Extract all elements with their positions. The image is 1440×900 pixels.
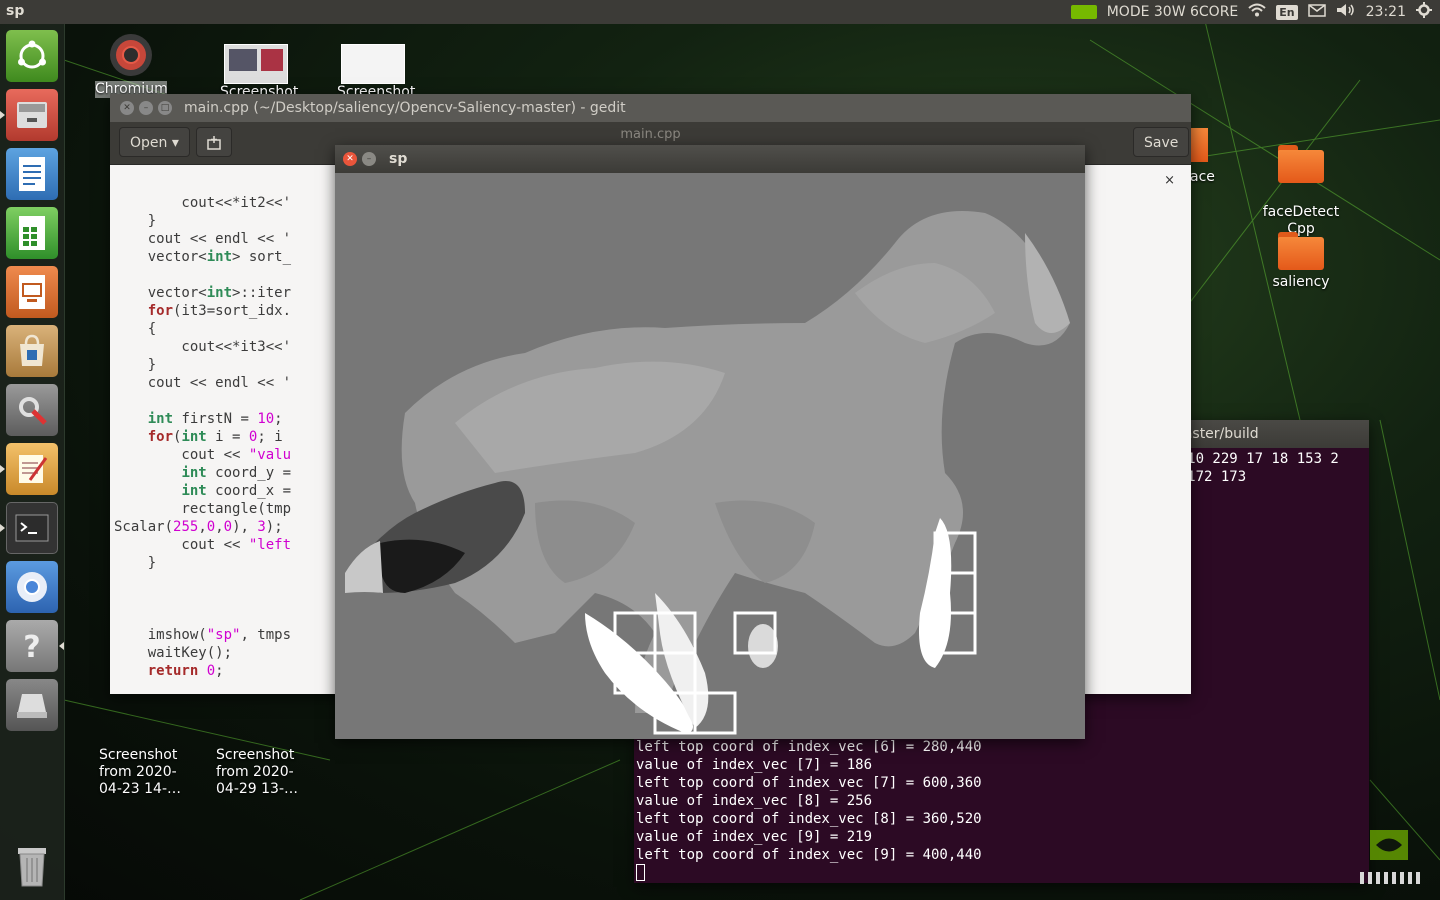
terminal-line: value of index_vec [8] = 256 — [636, 793, 873, 809]
system-tray: MODE 30W 6CORE En 23:21 — [1070, 0, 1432, 24]
saliency-map — [335, 173, 1085, 739]
image-thumbnail — [341, 44, 405, 84]
desktop-icon-screenshot-1[interactable]: Screenshot — [220, 44, 298, 101]
desktop-icon-label: ace — [1190, 169, 1215, 185]
desktop-icon-chromium[interactable]: Chromium — [95, 32, 168, 98]
running-indicator — [0, 465, 5, 473]
chromium-icon[interactable] — [6, 561, 58, 613]
sp-title: sp — [389, 151, 408, 167]
desktop-icon-saliency[interactable]: saliency — [1256, 232, 1346, 291]
keyboard-layout-indicator[interactable]: En — [1276, 4, 1298, 20]
terminal-line: left top coord of index_vec [7] = 600,36… — [636, 775, 982, 791]
folder-icon — [1190, 128, 1208, 162]
folder-icon — [1278, 232, 1324, 270]
mail-icon[interactable] — [1307, 3, 1326, 21]
chromium-icon — [110, 34, 152, 76]
trash-icon[interactable] — [6, 840, 58, 892]
running-indicator — [0, 111, 5, 119]
wifi-icon[interactable] — [1248, 3, 1266, 21]
drive-icon[interactable] — [6, 679, 58, 731]
desktop-icon-partial[interactable]: ace — [1190, 128, 1230, 186]
close-icon[interactable]: ✕ — [120, 101, 134, 115]
ubuntu-icon[interactable] — [6, 30, 58, 82]
code-editor[interactable]: cout<<*it2<<' } cout << endl << ' vector… — [114, 194, 291, 680]
minimize-icon[interactable]: – — [362, 152, 376, 166]
terminal-line: value of index_vec [9] = 219 — [636, 829, 873, 845]
running-indicator — [59, 642, 64, 650]
running-indicator — [0, 524, 5, 532]
terminal-line: left top coord of index_vec [6] = 280,44… — [636, 739, 982, 755]
desktop-icon-screenshot-4[interactable]: Screenshot from 2020- 04-29 13-… — [216, 730, 298, 815]
sp-image-window[interactable]: ✕ – sp — [335, 145, 1085, 739]
sp-titlebar[interactable]: ✕ – sp — [335, 145, 1085, 173]
writer-document-icon[interactable] — [6, 148, 58, 200]
system-settings-icon[interactable] — [6, 384, 58, 436]
terminal-icon[interactable] — [6, 502, 58, 554]
terminal-cursor — [636, 864, 645, 881]
software-store-icon[interactable] — [6, 325, 58, 377]
terminal-line: left top coord of index_vec [9] = 400,44… — [636, 847, 982, 863]
calc-spreadsheet-icon[interactable] — [6, 207, 58, 259]
terminal-line: left top coord of index_vec [8] = 360,52… — [636, 811, 982, 827]
desktop-icon-screenshot-2[interactable]: Screenshot — [337, 44, 415, 101]
clock[interactable]: 23:21 — [1366, 4, 1406, 20]
desktop-icon-label: Screenshot from 2020- 04-23 14-… — [99, 747, 181, 797]
active-app-name: sp — [6, 3, 25, 19]
gedit-subtitle: main.cpp — [620, 127, 681, 142]
gear-icon[interactable] — [1416, 2, 1432, 22]
nvidia-logo — [1350, 828, 1430, 888]
close-tab-icon[interactable]: × — [1164, 173, 1175, 188]
save-button[interactable]: Save — [1133, 127, 1190, 157]
file-cabinet-icon[interactable] — [6, 89, 58, 141]
terminal-line: value of index_vec [7] = 186 — [636, 757, 873, 773]
desktop-icon-screenshot-3[interactable]: Screenshot from 2020- 04-23 14-… — [99, 730, 181, 815]
close-icon[interactable]: ✕ — [343, 152, 357, 166]
nvidia-icon[interactable] — [1070, 5, 1097, 19]
desktop-icon-label: Screenshot from 2020- 04-29 13-… — [216, 747, 298, 797]
text-editor-icon[interactable] — [6, 443, 58, 495]
top-panel: sp MODE 30W 6CORE En 23:21 — [0, 0, 1440, 24]
maximize-icon[interactable]: □ — [158, 101, 172, 115]
folder-icon — [1278, 145, 1324, 183]
power-mode-label[interactable]: MODE 30W 6CORE — [1107, 4, 1239, 20]
gedit-title: main.cpp (~/Desktop/saliency/Opencv-Sali… — [184, 100, 626, 116]
terminal-output-bottom: left top coord of index_vec [6] = 280,44… — [636, 738, 982, 864]
desktop-icon-label: saliency — [1272, 274, 1330, 290]
volume-icon[interactable] — [1336, 3, 1356, 21]
help-icon[interactable]: ? — [6, 620, 58, 672]
image-thumbnail — [224, 44, 288, 84]
minimize-icon[interactable]: – — [139, 101, 153, 115]
saliency-image[interactable] — [335, 173, 1085, 739]
svg-text:?: ? — [23, 630, 40, 663]
gedit-titlebar[interactable]: ✕ – □ main.cpp (~/Desktop/saliency/Openc… — [110, 94, 1191, 122]
launcher-dock: ? — [0, 24, 65, 900]
impress-presentation-icon[interactable] — [6, 266, 58, 318]
